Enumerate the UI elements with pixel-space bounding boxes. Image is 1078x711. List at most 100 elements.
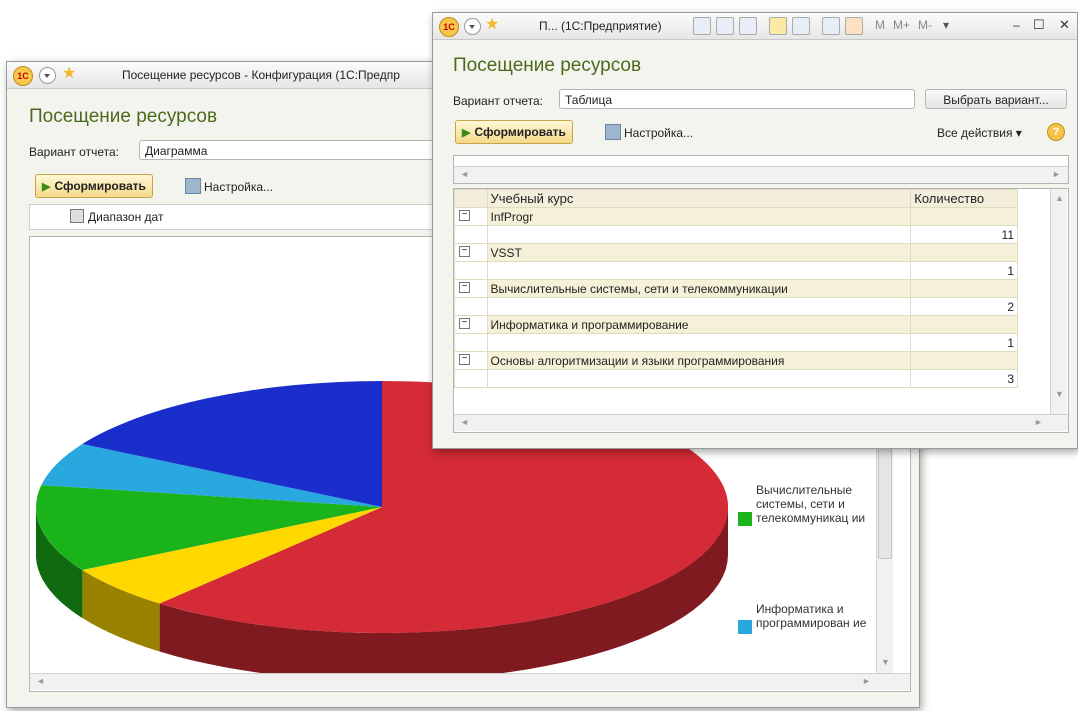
group-name: VSST: [486, 243, 912, 262]
back-generate-label: Сформировать: [54, 179, 146, 193]
table-row[interactable]: − Основы алгоритмизации и языки программи…: [454, 351, 1018, 370]
front-variant-field[interactable]: Таблица: [559, 89, 915, 109]
front-titlebar: 1C ★ П... (1С:Предприятие) M M+ M- ▾ – ☐…: [433, 13, 1077, 40]
count-value: 1: [910, 261, 1018, 280]
count-value: 11: [910, 225, 1018, 244]
column-header-count[interactable]: Количество: [910, 189, 1018, 208]
settings-horizontal-scrollbar[interactable]: ◄ ►: [454, 166, 1068, 183]
table-row[interactable]: 11: [454, 225, 1018, 244]
legend-swatch-infprog: [738, 620, 752, 634]
group-name: InfProgr: [486, 207, 912, 226]
1c-logo-icon[interactable]: 1C: [439, 17, 459, 37]
chart-horizontal-scrollbar[interactable]: ◄ ►: [30, 673, 910, 690]
help-icon[interactable]: ?: [1047, 123, 1065, 141]
filter-icon[interactable]: [70, 209, 84, 223]
table-row[interactable]: − InfProgr: [454, 207, 1018, 226]
maximize-icon[interactable]: ☐: [1033, 17, 1045, 33]
save-icon[interactable]: [693, 17, 711, 35]
tree-toggle-cell: −: [454, 243, 488, 262]
tree-line-cell: [454, 261, 488, 280]
settings-icon: [605, 124, 621, 140]
collapse-icon[interactable]: −: [459, 318, 470, 329]
back-generate-button[interactable]: ▶ Сформировать: [35, 174, 153, 198]
empty-cell: [910, 243, 1018, 262]
scroll-left-icon[interactable]: ◄: [460, 417, 469, 427]
front-window-title: П... (1С:Предприятие): [539, 19, 662, 33]
back-form-title: Посещение ресурсов: [29, 106, 218, 127]
1c-logo-icon[interactable]: 1C: [13, 66, 33, 86]
scroll-right-icon[interactable]: ►: [1034, 417, 1043, 427]
empty-cell: [486, 333, 912, 352]
favorites-star-icon[interactable]: ★: [485, 16, 499, 34]
back-variant-field[interactable]: Диаграмма: [139, 140, 439, 160]
group-name: Вычислительные системы, сети и телекомму…: [486, 279, 912, 298]
calendar-icon[interactable]: [845, 17, 863, 35]
tree-line-cell: [454, 333, 488, 352]
empty-cell: [486, 369, 912, 388]
empty-cell: [910, 315, 1018, 334]
table-row[interactable]: 2: [454, 297, 1018, 316]
print-icon[interactable]: [716, 17, 734, 35]
tree-toggle-cell: −: [454, 351, 488, 370]
empty-cell: [486, 297, 912, 316]
memory-mplus-button[interactable]: M+: [893, 18, 910, 32]
table-vertical-scrollbar[interactable]: ▲ ▼: [1050, 189, 1067, 414]
add-favorite-icon[interactable]: [769, 17, 787, 35]
scroll-down-icon[interactable]: ▼: [1055, 389, 1064, 399]
bookmark-icon[interactable]: [792, 17, 810, 35]
table-row[interactable]: 3: [454, 369, 1018, 388]
table-row[interactable]: − Информатика и программирование: [454, 315, 1018, 334]
play-icon: ▶: [42, 181, 51, 193]
table-row[interactable]: − VSST: [454, 243, 1018, 262]
preview-icon[interactable]: [739, 17, 757, 35]
minimize-icon[interactable]: –: [1013, 18, 1020, 32]
front-settings-button[interactable]: Настройка...: [605, 124, 693, 140]
empty-cell: [910, 207, 1018, 226]
filter-date-range-label[interactable]: Диапазон дат: [88, 210, 163, 224]
favorites-star-icon[interactable]: ★: [62, 65, 76, 83]
collapse-icon[interactable]: −: [459, 210, 470, 221]
collapse-icon[interactable]: −: [459, 246, 470, 257]
back-settings-button[interactable]: Настройка...: [185, 178, 273, 194]
collapse-icon[interactable]: −: [459, 282, 470, 293]
group-name: Информатика и программирование: [486, 315, 912, 334]
scroll-up-icon[interactable]: ▲: [1055, 193, 1064, 203]
all-actions-menu[interactable]: Все действия ▾: [937, 126, 1022, 140]
window-menu-icon[interactable]: ▾: [943, 18, 949, 32]
choose-variant-button[interactable]: Выбрать вариант...: [925, 89, 1067, 109]
table-horizontal-scrollbar[interactable]: ◄ ►: [454, 414, 1068, 431]
collapse-icon[interactable]: −: [459, 354, 470, 365]
column-header-course[interactable]: Учебный курс: [486, 189, 912, 208]
front-window: 1C ★ П... (1С:Предприятие) M M+ M- ▾ – ☐…: [432, 12, 1078, 449]
table-row[interactable]: 1: [454, 333, 1018, 352]
legend-label-vsst: Вычислительные системы, сети и телекомму…: [756, 483, 866, 525]
front-generate-button[interactable]: ▶ Сформировать: [455, 120, 573, 144]
scroll-right-icon[interactable]: ►: [862, 676, 871, 686]
close-icon[interactable]: ✕: [1059, 17, 1070, 33]
memory-mminus-button[interactable]: M-: [918, 18, 932, 32]
front-variant-label: Вариант отчета:: [453, 94, 543, 108]
tree-line-cell: [454, 225, 488, 244]
scroll-left-icon[interactable]: ◄: [36, 676, 45, 686]
tree-toggle-cell: −: [454, 207, 488, 226]
table-row[interactable]: − Вычислительные системы, сети и телекомм…: [454, 279, 1018, 298]
back-variant-label: Вариант отчета:: [29, 145, 119, 159]
empty-cell: [910, 279, 1018, 298]
calculator-icon[interactable]: [822, 17, 840, 35]
table-header-row: Учебный курс Количество: [454, 189, 1018, 208]
table-row[interactable]: 1: [454, 261, 1018, 280]
memory-m-button[interactable]: M: [875, 18, 885, 32]
menu-dropdown-icon[interactable]: [464, 18, 481, 35]
legend-swatch-vsst: [738, 512, 752, 526]
all-actions-label: Все действия: [937, 126, 1013, 140]
header-tree-cell: [454, 189, 488, 208]
scroll-left-icon[interactable]: ◄: [460, 169, 469, 179]
front-settings-label: Настройка...: [624, 126, 694, 140]
front-generate-label: Сформировать: [474, 125, 566, 139]
scroll-right-icon[interactable]: ►: [1052, 169, 1061, 179]
front-form-title: Посещение ресурсов: [453, 55, 642, 76]
tree-line-cell: [454, 369, 488, 388]
menu-dropdown-icon[interactable]: [39, 67, 56, 84]
empty-cell: [910, 351, 1018, 370]
scroll-down-icon[interactable]: ▼: [881, 657, 890, 667]
